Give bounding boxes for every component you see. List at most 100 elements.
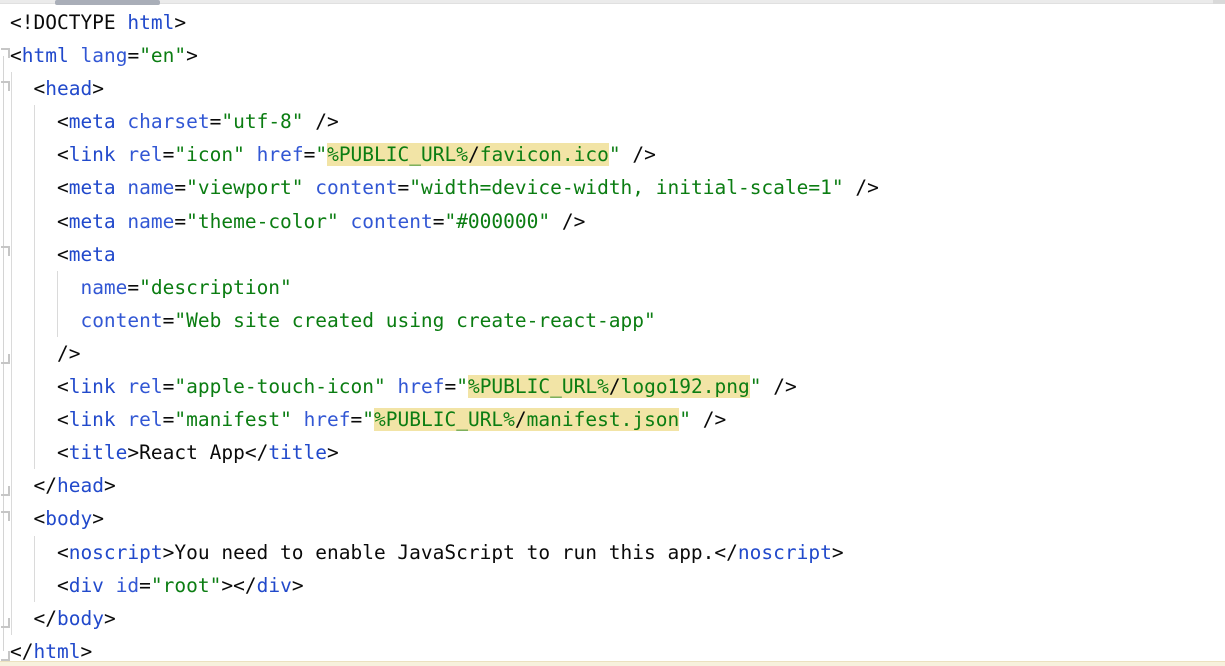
code-area[interactable]: <!DOCTYPE html><html lang="en"> <head> <… [0,4,1225,666]
code-token [386,375,398,398]
code-token: > [832,541,844,564]
code-token: "viewport" [186,176,303,199]
code-token: " [609,143,621,166]
highlighted-code-token: %PUBLIC_URL% [468,375,609,398]
code-token: id [116,574,139,597]
code-token: noscript [69,541,163,564]
code-token [10,309,80,332]
code-token: href [304,408,351,431]
code-token: meta [69,210,116,233]
code-editor-pane[interactable]: <!DOCTYPE html><html lang="en"> <head> <… [0,4,1225,662]
code-token: " [362,408,374,431]
code-line[interactable]: <html lang="en"> [0,39,1225,72]
code-token: title [69,441,128,464]
code-token: </ [10,640,33,663]
code-token: html [33,640,80,663]
code-token: = [163,143,175,166]
code-token: < [10,541,69,564]
code-token: > [292,574,304,597]
code-line[interactable]: <title>React App</title> [0,436,1225,469]
code-line[interactable]: content="Web site created using create-r… [0,304,1225,337]
code-token: < [10,110,69,133]
highlighted-code-token: %PUBLIC_URL% [327,143,468,166]
code-token: > [174,11,186,34]
code-token: < [10,176,69,199]
code-token: React App [139,441,245,464]
code-line[interactable]: <meta [0,238,1225,271]
code-line[interactable]: <meta name="theme-color" content="#00000… [0,205,1225,238]
code-token: charset [127,110,209,133]
code-token: /> [304,110,339,133]
code-token: <!DOCTYPE [10,11,127,34]
code-token: < [10,243,69,266]
code-token: = [433,210,445,233]
code-token: = [174,210,186,233]
code-token: /> [844,176,879,199]
code-token: html [127,11,174,34]
code-token: meta [69,243,116,266]
code-token: > [127,441,139,464]
editor-window: <!DOCTYPE html><html lang="en"> <head> <… [0,0,1225,666]
code-token: title [268,441,327,464]
code-token: < [10,507,45,530]
code-token: rel [127,143,162,166]
code-token: " [750,375,762,398]
code-line[interactable]: <!DOCTYPE html> [0,6,1225,39]
code-line[interactable]: </body> [0,602,1225,635]
code-token [116,210,128,233]
code-token [245,143,257,166]
code-token: "icon" [174,143,244,166]
code-token: < [10,441,69,464]
code-token: > [104,474,116,497]
code-line[interactable]: <link rel="apple-touch-icon" href="%PUBL… [0,370,1225,403]
code-line[interactable]: <meta name="viewport" content="width=dev… [0,171,1225,204]
code-token: body [45,507,92,530]
code-token: > [186,44,198,67]
code-token: < [10,574,69,597]
code-line[interactable]: <head> [0,72,1225,105]
code-line[interactable]: <noscript>You need to enable JavaScript … [0,536,1225,569]
code-line[interactable]: name="description" [0,271,1225,304]
code-line[interactable]: <div id="root"></div> [0,569,1225,602]
code-token: /> [761,375,796,398]
code-token: div [69,574,104,597]
highlighted-code-token: / [468,143,480,166]
code-token: = [397,176,409,199]
code-token: </ [10,474,57,497]
code-token: > [80,640,92,663]
highlighted-code-token: logo192.png [621,375,750,398]
code-line[interactable]: <link rel="manifest" href="%PUBLIC_URL%/… [0,403,1225,436]
code-line[interactable]: <body> [0,502,1225,535]
code-line[interactable]: <meta charset="utf-8" /> [0,105,1225,138]
highlighted-code-token: %PUBLIC_URL% [374,408,515,431]
code-token: = [163,309,175,332]
code-token: = [127,276,139,299]
code-token: ></ [221,574,256,597]
code-token: content [80,309,162,332]
code-token: link [69,408,116,431]
code-token: /> [691,408,726,431]
code-token: /> [621,143,656,166]
bottom-bar [0,661,1225,666]
code-token: href [397,375,444,398]
highlighted-code-token: / [515,408,527,431]
code-token: rel [127,408,162,431]
code-token: "root" [151,574,221,597]
code-token: link [69,143,116,166]
code-token [116,408,128,431]
code-line[interactable]: /> [0,337,1225,370]
code-token: > [92,507,104,530]
code-token: href [257,143,304,166]
code-token: head [45,77,92,100]
code-token: " [456,375,468,398]
code-token: " [315,143,327,166]
code-token [339,210,351,233]
code-token: "Web site created using create-react-app… [174,309,655,332]
code-token: = [210,110,222,133]
code-line[interactable]: </head> [0,469,1225,502]
code-token: = [444,375,456,398]
code-token: > [104,607,116,630]
code-token [10,276,80,299]
code-token: > [327,441,339,464]
code-line[interactable]: <link rel="icon" href="%PUBLIC_URL%/favi… [0,138,1225,171]
